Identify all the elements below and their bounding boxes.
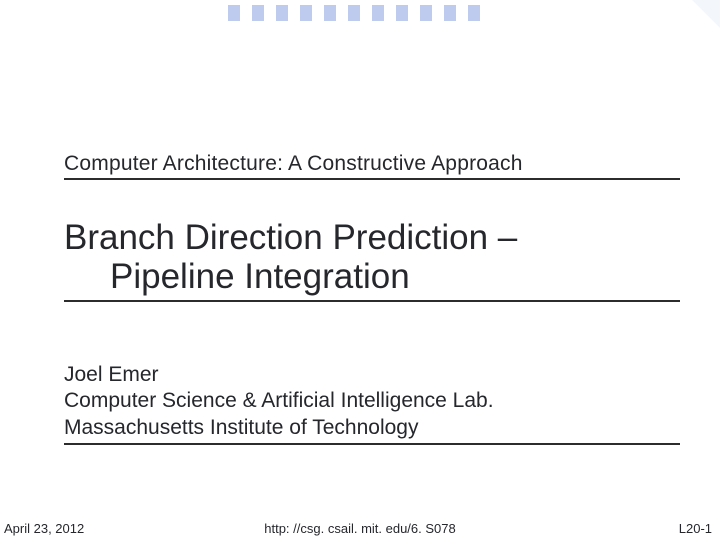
decor-tick [300, 5, 312, 21]
slide: Computer Architecture: A Constructive Ap… [0, 0, 720, 540]
decor-tick [444, 5, 456, 21]
footer-url: http: //csg. csail. mit. edu/6. S078 [0, 521, 720, 536]
decor-tick [348, 5, 360, 21]
footer-page-number: L20-1 [679, 521, 712, 536]
decor-tick [228, 5, 240, 21]
author-affiliation-2: Massachusetts Institute of Technology [64, 415, 680, 441]
author-name: Joel Emer [64, 362, 680, 388]
decor-tick [276, 5, 288, 21]
author-block: Joel Emer Computer Science & Artificial … [64, 362, 680, 445]
lecture-title: Branch Direction Prediction – Pipeline I… [64, 218, 680, 302]
decor-tick [420, 5, 432, 21]
decor-ticks [228, 5, 480, 21]
decor-tick [372, 5, 384, 21]
author-affiliation-1: Computer Science & Artificial Intelligen… [64, 388, 680, 414]
course-title: Computer Architecture: A Constructive Ap… [64, 152, 680, 180]
decor-tick [396, 5, 408, 21]
decor-tick [324, 5, 336, 21]
lecture-title-line2: Pipeline Integration [64, 257, 680, 296]
decor-tick [252, 5, 264, 21]
corner-fold-icon [692, 0, 720, 28]
decor-tick [468, 5, 480, 21]
lecture-title-line1: Branch Direction Prediction – [64, 218, 680, 257]
